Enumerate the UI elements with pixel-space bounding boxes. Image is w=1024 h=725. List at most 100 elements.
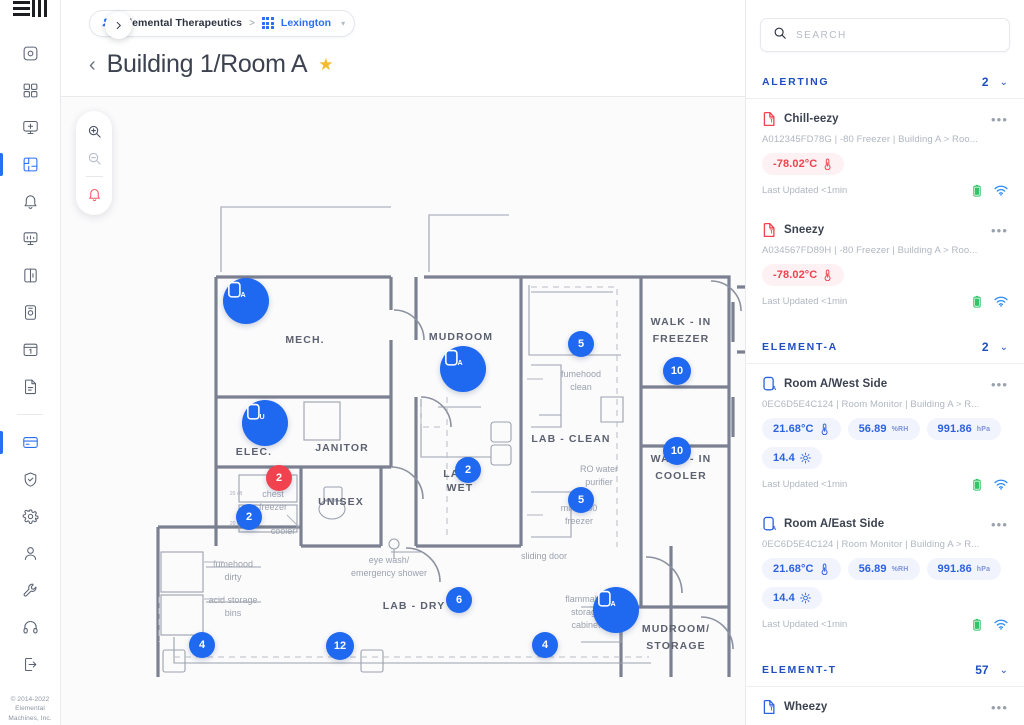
app-logo[interactable] — [0, 0, 60, 17]
reading-pill-temperature[interactable]: 21.68°C — [762, 558, 841, 580]
sidebar-item-billing[interactable] — [0, 424, 61, 461]
fixture-label: eye wash/ — [369, 555, 410, 565]
sidebar-item-settings[interactable] — [0, 498, 61, 535]
chevron-down-icon[interactable]: ⌄ — [1000, 665, 1008, 676]
reading-pill-temperature[interactable]: -78.02°C — [762, 153, 845, 175]
floorplan-count-marker[interactable]: 6 — [446, 587, 472, 613]
back-button[interactable]: ‹ — [89, 55, 96, 75]
group-header-element-t[interactable]: ELEMENT-T 57 ⌄ — [746, 650, 1024, 687]
device-card[interactable]: T Sneezy ••• A034567FD89H | -80 Freezer … — [746, 210, 1024, 321]
main-content: Elemental Therapeutics > Lexington ▾ ‹ B… — [61, 0, 745, 725]
group-count: 2 — [981, 340, 989, 354]
floorplan-count-marker[interactable]: 4 — [532, 632, 558, 658]
reading-pill-humidity[interactable]: 56.89 %RH — [847, 558, 920, 580]
chevron-down-icon[interactable]: ⌄ — [1000, 77, 1008, 88]
device-card[interactable]: T Wheezy ••• — [746, 687, 1024, 719]
marker-count: 12 — [333, 640, 347, 652]
search-input[interactable] — [796, 29, 997, 41]
floorplan-count-marker[interactable]: 10 — [663, 357, 691, 385]
thermometer-icon — [821, 563, 828, 575]
sidebar-item-signout[interactable] — [0, 646, 61, 683]
search-icon — [773, 26, 787, 45]
reading-pill-temperature[interactable]: -78.02°C — [762, 264, 845, 286]
device-name: Room A/West Side — [784, 378, 888, 390]
floorplan-canvas[interactable]: MECH. ELEC. JANITOR UNISEX MUDROOM LAB -… — [61, 96, 745, 725]
reading-value: -78.02°C — [773, 158, 818, 170]
sidebar-item-camera[interactable] — [0, 35, 61, 72]
floorplan-device-marker[interactable]: A — [440, 346, 486, 392]
sidebar-item-reports[interactable] — [0, 368, 61, 405]
sidebar-item-security[interactable] — [0, 461, 61, 498]
wifi-icon — [994, 296, 1008, 307]
light-icon — [799, 452, 811, 464]
floorplan-count-marker[interactable]: 4 — [189, 632, 215, 658]
floorplan-count-marker[interactable]: 5 — [568, 331, 594, 357]
marker-count: 2 — [245, 511, 253, 523]
floorplan-device-marker[interactable]: A — [593, 587, 639, 633]
room-label: MUDROOM — [429, 331, 493, 343]
floorplan-drawing: MECH. ELEC. JANITOR UNISEX MUDROOM LAB -… — [61, 97, 745, 725]
sidebar-item-dashboard[interactable] — [0, 72, 61, 109]
sidebar-item-displays[interactable] — [0, 220, 61, 257]
wifi-icon — [994, 619, 1008, 630]
device-menu-button[interactable]: ••• — [991, 378, 1008, 391]
reading-value: 56.89 — [858, 423, 887, 435]
temperature-probe-icon: T — [762, 699, 777, 715]
chevron-down-icon[interactable]: ⌄ — [1000, 342, 1008, 353]
sidebar-item-panels[interactable] — [0, 257, 61, 294]
device-card[interactable]: T Chill-eezy ••• A012345FD78G | -80 Free… — [746, 99, 1024, 210]
sidebar-item-alerts[interactable] — [0, 183, 61, 220]
floorplan-count-marker[interactable]: 2 — [266, 465, 292, 491]
floorplan-count-marker[interactable]: 5 — [568, 487, 594, 513]
reading-pill-light[interactable]: 14.4 — [762, 447, 822, 469]
reading-pill-pressure[interactable]: 991.86 hPa — [926, 558, 1002, 580]
reading-value: 14.4 — [773, 452, 795, 464]
floorplan-count-marker[interactable]: 10 — [663, 437, 691, 465]
floorplan-device-marker[interactable]: U — [242, 400, 288, 446]
svg-text:A: A — [241, 291, 246, 299]
reading-pill-light[interactable]: 14.4 — [762, 587, 822, 609]
sidebar-item-support[interactable] — [0, 609, 61, 646]
reading-pill-temperature[interactable]: 21.68°C — [762, 418, 841, 440]
favorite-star-icon[interactable]: ★ — [318, 55, 333, 75]
reading-pill-humidity[interactable]: 56.89 %RH — [847, 418, 920, 440]
sidebar-item-calendar[interactable] — [0, 331, 61, 368]
device-menu-button[interactable]: ••• — [991, 224, 1008, 237]
group-count: 57 — [975, 663, 989, 677]
floorplan-count-marker[interactable]: 2 — [236, 504, 262, 530]
svg-text:T: T — [770, 707, 774, 713]
device-card[interactable]: A Room A/East Side ••• 0EC6D5E4C124 | Ro… — [746, 504, 1024, 644]
zoom-in-button[interactable] — [78, 118, 110, 145]
group-header-alerting[interactable]: ALERTING 2 ⌄ — [746, 62, 1024, 99]
sidebar-item-account[interactable] — [0, 535, 61, 572]
floorplan-count-marker[interactable]: 2 — [455, 457, 481, 483]
room-monitor-a-icon: A — [762, 516, 777, 532]
floorplan-device-marker[interactable]: A — [223, 278, 269, 324]
fixture-label: freezer — [565, 516, 593, 526]
chevron-down-icon[interactable]: ▾ — [341, 19, 345, 28]
svg-text:U: U — [260, 413, 265, 421]
breadcrumb-site[interactable]: Lexington — [281, 17, 331, 29]
group-header-element-a[interactable]: ELEMENT-A 2 ⌄ — [746, 327, 1024, 364]
device-card[interactable]: A Room A/West Side ••• 0EC6D5E4C124 | Ro… — [746, 364, 1024, 504]
reading-pill-pressure[interactable]: 991.86 hPa — [926, 418, 1002, 440]
floorplan-count-marker[interactable]: 12 — [326, 632, 354, 660]
sidebar-item-monitor-add[interactable] — [0, 109, 61, 146]
last-updated: Last Updated <1min — [762, 479, 848, 490]
rail-bottom-group: © 2014-2022 Elemental Machines, Inc. — [0, 461, 60, 725]
device-menu-button[interactable]: ••• — [991, 518, 1008, 531]
site-grid-icon — [261, 17, 274, 29]
sidebar-item-floorplan[interactable] — [0, 146, 61, 183]
sidebar-item-devices[interactable] — [0, 294, 61, 331]
battery-icon — [973, 618, 981, 631]
rail-expand-button[interactable] — [105, 12, 132, 39]
device-menu-button[interactable]: ••• — [991, 701, 1008, 714]
search-box[interactable] — [760, 18, 1010, 52]
sidebar-item-tools[interactable] — [0, 572, 61, 609]
alert-filter-button[interactable] — [78, 181, 110, 208]
zoom-out-button[interactable] — [78, 145, 110, 172]
fixture-label: acid storage — [208, 595, 257, 605]
device-meta: A012345FD78G | -80 Freezer | Building A … — [762, 134, 978, 145]
device-menu-button[interactable]: ••• — [991, 113, 1008, 126]
rail-icon-list — [0, 35, 60, 461]
